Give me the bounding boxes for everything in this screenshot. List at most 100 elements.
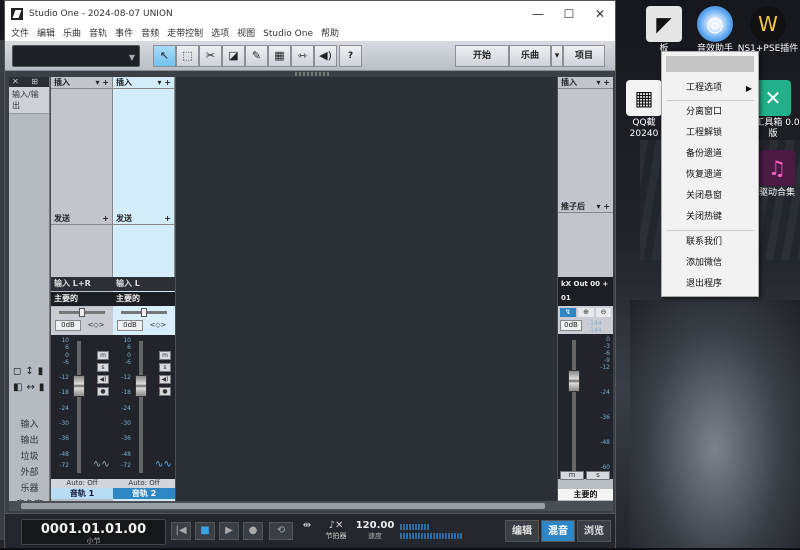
master-solo-button[interactable]: s	[586, 471, 610, 480]
metronome-button[interactable]: ♪✕ 节拍器	[321, 520, 351, 541]
menu-studio-one[interactable]: Studio One	[259, 27, 317, 41]
menu-options[interactable]: 选项	[207, 27, 233, 41]
panel-toggle-icon[interactable]: ⊞	[31, 77, 38, 86]
menu-track[interactable]: 音轨	[85, 27, 111, 41]
link-icon[interactable]: ⊖	[596, 308, 611, 317]
nav-link-external[interactable]: 外部	[9, 465, 50, 478]
title-bar[interactable]: Studio One - 2024-08-07 UNION — ☐ ✕	[5, 1, 615, 27]
add-insert-icon[interactable]: ▾ +	[95, 77, 109, 89]
view-mix-button[interactable]: 混音	[541, 520, 575, 542]
stop-button[interactable]: ■	[195, 522, 215, 540]
volume-readout[interactable]: 0dB	[117, 320, 143, 331]
narrow-width-icon[interactable]: ◧	[13, 382, 22, 393]
volume-fader[interactable]	[73, 375, 85, 397]
play-button[interactable]: ▶	[219, 522, 239, 540]
monitor-button[interactable]: ◀)	[159, 375, 171, 384]
master-volume-readout[interactable]: 0dB	[560, 320, 582, 331]
output-selector[interactable]: 主要的	[113, 292, 175, 306]
tab-project[interactable]: 项目	[563, 45, 605, 67]
pencil-tool-button[interactable]: ✎	[245, 45, 268, 67]
pan-link-icon[interactable]: <◇>	[147, 320, 169, 331]
pan-link-icon[interactable]: <◇>	[85, 320, 107, 331]
add-send-icon[interactable]: +	[164, 213, 171, 225]
desktop-icon-qq-screenshot[interactable]: ▦ QQ截 20240	[624, 80, 664, 140]
pan-knob[interactable]	[79, 308, 85, 317]
menu-transport[interactable]: 走带控制	[163, 27, 207, 41]
volume-readout[interactable]: 0dB	[55, 320, 81, 331]
arrow-tool-button[interactable]: ↖	[153, 45, 176, 67]
tempo-display[interactable]: 120.00 速度	[355, 520, 395, 541]
listen-tool-button[interactable]: ◀)	[314, 45, 337, 67]
input-selector[interactable]: 输入 L+R	[51, 277, 113, 291]
record-arm-button[interactable]: ●	[97, 387, 109, 396]
add-send-icon[interactable]: +	[102, 213, 109, 225]
minimize-button[interactable]: —	[523, 1, 553, 27]
close-button[interactable]: ✕	[585, 1, 615, 27]
tab-song-dropdown[interactable]: ▾	[551, 45, 563, 67]
menu-file[interactable]: 文件	[5, 27, 33, 41]
volume-fader[interactable]	[135, 375, 147, 397]
menu-item-exit[interactable]: 退出程序	[662, 274, 758, 295]
close-icon[interactable]: ✕	[12, 77, 19, 86]
tab-song[interactable]: 乐曲	[509, 45, 551, 67]
menu-help[interactable]: 帮助	[317, 27, 343, 41]
tab-start[interactable]: 开始	[455, 45, 509, 67]
add-postfader-icon[interactable]: ▾ +	[596, 201, 610, 213]
solo-button[interactable]: s	[159, 363, 171, 372]
time-display[interactable]: 0001.01.01.00 小节	[21, 519, 166, 545]
record-button[interactable]: ●	[243, 522, 263, 540]
range-tool-button[interactable]: ⬚	[176, 45, 199, 67]
menu-item-backup-channels[interactable]: 备份遗道	[662, 144, 758, 165]
menu-item-project-options[interactable]: 工程选项 ▶	[662, 78, 758, 99]
pan-knob[interactable]	[141, 308, 147, 317]
eraser-tool-button[interactable]: ◪	[222, 45, 245, 67]
solo-button[interactable]: s	[97, 363, 109, 372]
menu-edit[interactable]: 编辑	[33, 27, 59, 41]
menu-item-detach-window[interactable]: 分离窗口	[662, 102, 758, 123]
nav-link-bus[interactable]: 垃圾	[9, 449, 50, 462]
help-button[interactable]: ?	[339, 45, 362, 67]
scrollbar-thumb[interactable]	[21, 503, 545, 509]
mute-button[interactable]: m	[159, 351, 171, 360]
menu-view[interactable]: 视图	[233, 27, 259, 41]
add-insert-icon[interactable]: ▾ +	[157, 77, 171, 89]
output-selector[interactable]: 主要的	[51, 292, 113, 306]
wide-strip-icon[interactable]: ▮	[39, 382, 45, 393]
menu-event[interactable]: 事件	[111, 27, 137, 41]
add-insert-icon[interactable]: ▾ +	[596, 77, 610, 89]
monitor-button[interactable]: ◀)	[97, 375, 109, 384]
return-to-zero-button[interactable]: |◀	[171, 522, 191, 540]
punch-button[interactable]: ⇹	[298, 520, 316, 531]
width-icon[interactable]: ↔	[26, 382, 34, 393]
master-output-selector[interactable]: kX Out 00 + 01	[558, 277, 613, 306]
desktop-icon-drivers[interactable]: ♫ 驱动合集	[754, 150, 800, 199]
height-icon[interactable]: ↕	[25, 366, 33, 377]
nav-link-input[interactable]: 输入	[9, 417, 50, 430]
narrow-strip-icon[interactable]: ◻	[13, 366, 21, 377]
record-arm-button[interactable]: ●	[159, 387, 171, 396]
desktop-icon-ns1-plugin[interactable]: W NS1+PSE插件	[737, 6, 799, 55]
master-volume-fader[interactable]	[568, 370, 580, 392]
tab-input-output[interactable]: 输入/输出	[9, 87, 49, 114]
automation-mode[interactable]: Auto: Off	[113, 479, 175, 488]
menu-item-close-float[interactable]: 关闭悬窗	[662, 186, 758, 207]
menu-item-restore-channels[interactable]: 恢复遗道	[662, 165, 758, 186]
horizontal-scrollbar[interactable]	[9, 501, 613, 511]
master-channel-name[interactable]: 主要的	[558, 489, 613, 500]
automation-mode[interactable]: Auto: Off	[51, 479, 113, 488]
resize-grip[interactable]	[295, 72, 331, 76]
view-browse-button[interactable]: 浏览	[577, 520, 611, 542]
input-selector[interactable]: 输入 L	[113, 277, 175, 291]
loop-button[interactable]: ⟲	[269, 522, 293, 540]
maximize-button[interactable]: ☐	[554, 1, 584, 27]
menu-item-add-wechat[interactable]: 添加微信	[662, 253, 758, 274]
view-edit-button[interactable]: 编辑	[505, 520, 539, 542]
tall-strip-icon[interactable]: ▮	[38, 366, 44, 377]
channel-name[interactable]: 音轨 2	[113, 488, 175, 499]
dim-icon[interactable]: ⊕	[578, 308, 594, 317]
quantize-dropdown[interactable]: ▼	[12, 45, 140, 67]
nav-link-output[interactable]: 输出	[9, 433, 50, 446]
mute-tool-button[interactable]: ▦	[268, 45, 291, 67]
menu-audio[interactable]: 音频	[137, 27, 163, 41]
bend-tool-button[interactable]: ⇿	[291, 45, 314, 67]
